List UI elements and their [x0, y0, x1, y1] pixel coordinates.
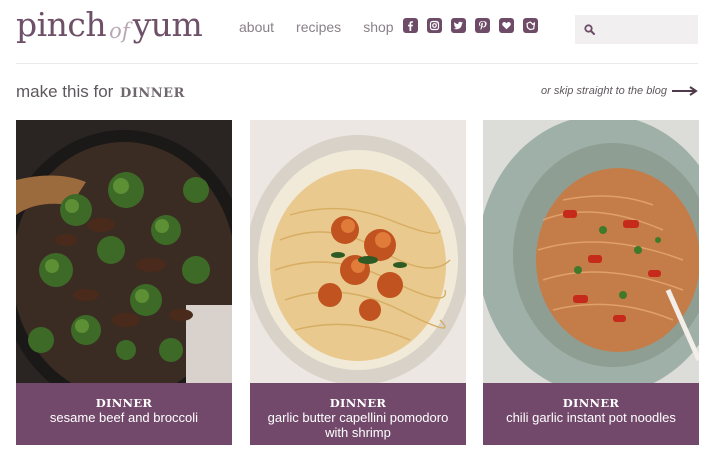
- recipe-category: DINNER: [329, 396, 387, 410]
- instagram-icon[interactable]: [427, 18, 442, 33]
- skip-to-blog-link[interactable]: or skip straight to the blog: [541, 85, 698, 97]
- header-divider: [16, 63, 698, 64]
- recipe-card[interactable]: DINNER garlic butter capellini pomodoro …: [250, 120, 466, 445]
- yummly-icon[interactable]: [523, 18, 538, 33]
- twitter-icon[interactable]: [451, 18, 466, 33]
- logo-word-pinch: pinch: [16, 5, 107, 44]
- recipe-card[interactable]: DINNER chili garlic instant pot noodles: [483, 120, 699, 445]
- recipe-caption: DINNER sesame beef and broccoli: [16, 383, 232, 445]
- search-input[interactable]: [603, 22, 693, 37]
- logo-word-of: of: [109, 19, 130, 43]
- social-links: [403, 18, 538, 33]
- skip-link-label: or skip straight to the blog: [541, 85, 667, 97]
- recipe-photo-sesame-beef: [16, 120, 232, 383]
- recipe-title[interactable]: sesame beef and broccoli: [16, 410, 232, 425]
- search-box[interactable]: [575, 15, 698, 44]
- pinterest-icon[interactable]: [475, 18, 490, 33]
- arrow-right-icon: [672, 86, 698, 96]
- facebook-icon[interactable]: [403, 18, 418, 33]
- recipe-caption: DINNER chili garlic instant pot noodles: [483, 383, 699, 445]
- recipe-photo-capellini: [250, 120, 466, 383]
- recipe-category: DINNER: [562, 396, 620, 410]
- recipe-card[interactable]: DINNER sesame beef and broccoli: [16, 120, 232, 445]
- recipe-title[interactable]: chili garlic instant pot noodles: [483, 410, 699, 425]
- recipe-title[interactable]: garlic butter capellini pomodoro with sh…: [250, 410, 466, 440]
- bloglovin-heart-icon[interactable]: [499, 18, 514, 33]
- heading-category-selector[interactable]: DINNER: [120, 86, 185, 101]
- heading-prefix: make this for: [16, 82, 114, 101]
- section-heading: make this for DINNER: [16, 82, 185, 102]
- nav-shop[interactable]: shop: [363, 19, 393, 35]
- logo-word-yum: yum: [132, 5, 203, 44]
- main-nav: about recipes shop: [239, 19, 394, 35]
- recipe-photo-chili-noodles: [483, 120, 699, 383]
- nav-recipes[interactable]: recipes: [296, 19, 341, 35]
- site-logo[interactable]: pinch of yum: [16, 2, 203, 48]
- nav-about[interactable]: about: [239, 19, 274, 35]
- recipe-caption: DINNER garlic butter capellini pomodoro …: [250, 383, 466, 445]
- search-icon[interactable]: [584, 24, 595, 35]
- recipe-category: DINNER: [95, 396, 153, 410]
